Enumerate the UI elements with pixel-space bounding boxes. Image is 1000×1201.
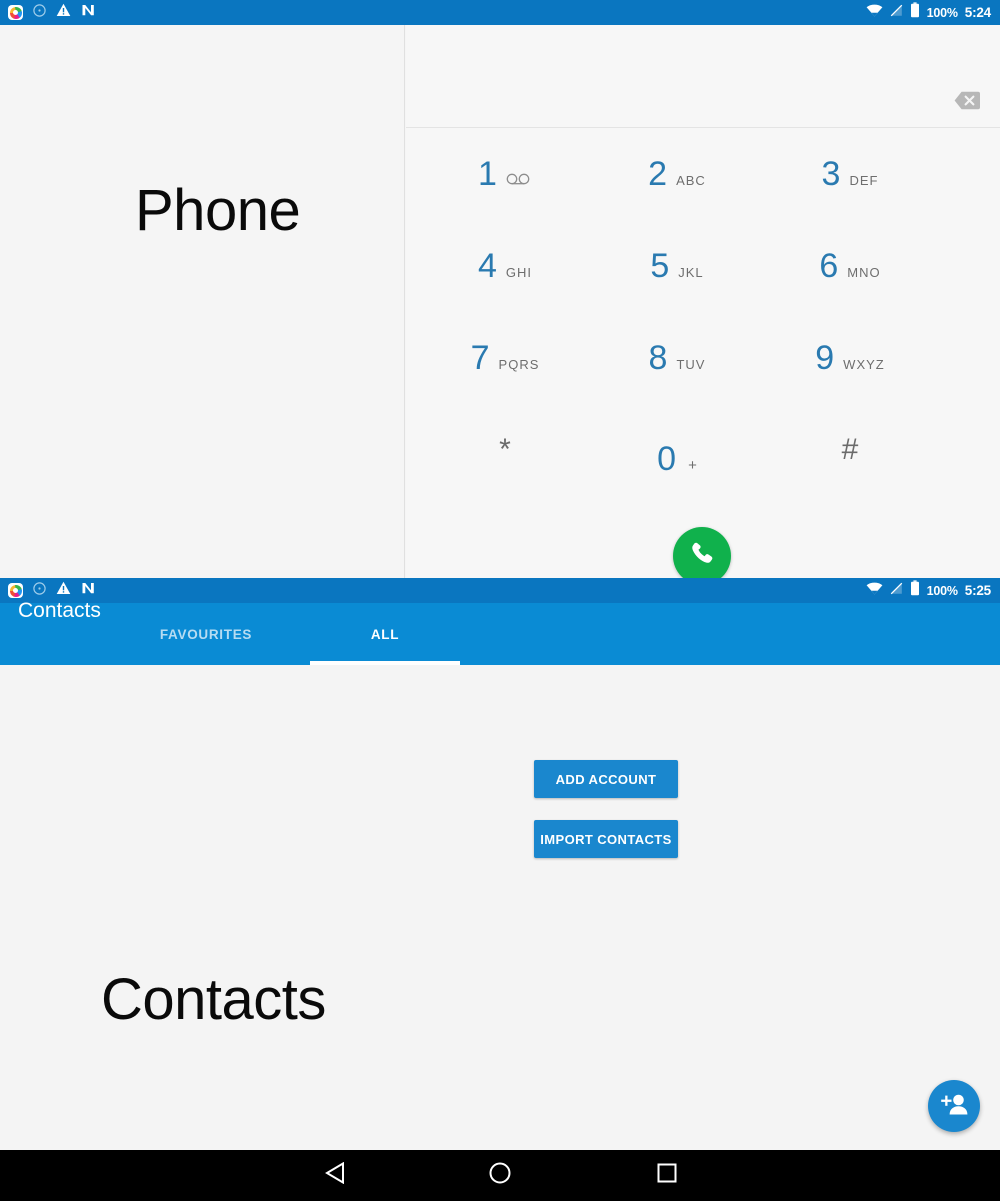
phone-app-screenshot: 100% 5:24 Phone 1 2 ABC 3 DEF 4 GHI 5 JK… bbox=[0, 0, 1000, 585]
dialpad-key-1-digit: 1 bbox=[478, 155, 497, 193]
dialpad-key-8-letters: TUV bbox=[676, 357, 706, 372]
page-title: Contacts bbox=[18, 599, 101, 622]
nfc-n-icon bbox=[81, 3, 96, 22]
dialpad-key-9[interactable]: 9 WXYZ bbox=[751, 312, 949, 404]
dialpad-key-4-letters: GHI bbox=[505, 265, 533, 280]
dialpad-key-star[interactable]: * bbox=[406, 404, 604, 496]
contacts-annotation-label: Contacts bbox=[101, 967, 326, 1032]
status-bar-left-icons bbox=[0, 3, 96, 22]
import-contacts-button[interactable]: IMPORT CONTACTS bbox=[534, 820, 678, 858]
android-tablet-screenshot-composite: 100% 5:24 Phone 1 2 ABC 3 DEF 4 GHI 5 JK… bbox=[0, 0, 1000, 1201]
dialpad-key-9-digit: 9 bbox=[815, 339, 835, 377]
dialpad-key-0-plus: + bbox=[688, 457, 697, 474]
add-person-icon bbox=[940, 1093, 968, 1120]
dialpad-key-7[interactable]: 7 PQRS bbox=[406, 312, 604, 404]
dialer-left-pane bbox=[0, 25, 405, 578]
voicemail-icon bbox=[506, 173, 532, 185]
status-bar-right-icons-2: 100% 5:25 bbox=[866, 580, 1000, 601]
battery-full-icon bbox=[910, 580, 920, 601]
warning-triangle-icon bbox=[56, 581, 71, 600]
tab-all-label: ALL bbox=[370, 626, 400, 642]
dialpad-key-6-letters: MNO bbox=[847, 265, 881, 280]
dialpad-key-3-letters: DEF bbox=[849, 173, 879, 188]
dialpad-key-6-digit: 6 bbox=[819, 247, 839, 285]
dialpad-key-hash-symbol: # bbox=[841, 433, 859, 466]
dialpad-key-2[interactable]: 2 ABC bbox=[578, 128, 776, 220]
warning-triangle-icon bbox=[56, 3, 71, 22]
dialpad-key-8[interactable]: 8 TUV bbox=[578, 312, 776, 404]
battery-percent-label-2: 100% bbox=[926, 583, 958, 598]
tab-all[interactable]: ALL bbox=[310, 603, 460, 665]
backspace-delete-icon[interactable] bbox=[953, 89, 981, 111]
dialpad-pane: 1 2 ABC 3 DEF 4 GHI 5 JKL 6 MNO 7 PQRS 8… bbox=[406, 25, 1000, 578]
wifi-icon bbox=[866, 4, 883, 22]
nav-back-button[interactable] bbox=[305, 1150, 365, 1201]
dialpad-key-0-digit: 0 bbox=[657, 440, 677, 478]
dialpad-key-4-digit: 4 bbox=[477, 247, 497, 285]
nfc-n-icon bbox=[81, 581, 96, 600]
status-bar-clock: 5:24 bbox=[964, 5, 991, 20]
dialpad-key-5-letters: JKL bbox=[678, 265, 704, 280]
back-triangle-icon bbox=[325, 1161, 345, 1189]
signal-off-icon bbox=[890, 582, 903, 600]
add-contact-fab[interactable] bbox=[928, 1080, 980, 1132]
dialpad-key-8-digit: 8 bbox=[648, 339, 668, 377]
status-bar-clock-2: 5:25 bbox=[964, 583, 991, 598]
contacts-app-screenshot: 100% 5:25 Contacts FAVOURITES ALL No con… bbox=[0, 578, 1000, 1150]
dialpad-key-2-digit: 2 bbox=[648, 155, 668, 193]
dialpad-keys: 1 2 ABC 3 DEF 4 GHI 5 JKL 6 MNO 7 PQRS 8… bbox=[406, 128, 1000, 523]
dialpad-key-5-digit: 5 bbox=[650, 247, 670, 285]
dialpad-key-3-digit: 3 bbox=[821, 155, 841, 193]
wifi-icon bbox=[866, 582, 883, 600]
tab-favourites[interactable]: FAVOURITES bbox=[130, 603, 282, 665]
phone-annotation-label: Phone bbox=[135, 178, 301, 243]
dialpad-key-2-letters: ABC bbox=[676, 173, 706, 188]
battery-percent-label: 100% bbox=[926, 5, 958, 20]
status-bar-top: 100% 5:24 bbox=[0, 0, 1000, 25]
status-bar-right-icons: 100% 5:24 bbox=[866, 2, 1000, 23]
dialpad-key-3[interactable]: 3 DEF bbox=[751, 128, 949, 220]
tab-favourites-label: FAVOURITES bbox=[159, 626, 253, 642]
dialpad-key-1[interactable]: 1 bbox=[406, 128, 604, 220]
clock-icon bbox=[33, 3, 46, 22]
signal-off-icon bbox=[890, 4, 903, 22]
dialer-content: Phone 1 2 ABC 3 DEF 4 GHI 5 JKL 6 MNO 7 … bbox=[0, 25, 1000, 585]
status-bar-left-icons-2 bbox=[0, 581, 96, 600]
dialpad-key-7-digit: 7 bbox=[470, 339, 490, 377]
dialed-number-row bbox=[406, 25, 1000, 128]
dialpad-key-7-letters: PQRS bbox=[498, 357, 540, 372]
dialpad-key-5[interactable]: 5 JKL bbox=[578, 220, 776, 312]
call-button[interactable] bbox=[673, 527, 731, 585]
phone-handset-icon bbox=[689, 540, 716, 572]
dialpad-key-4[interactable]: 4 GHI bbox=[406, 220, 604, 312]
dialpad-key-star-symbol: * bbox=[499, 433, 511, 466]
nav-home-button[interactable] bbox=[470, 1150, 530, 1201]
battery-full-icon bbox=[910, 2, 920, 23]
recents-square-icon bbox=[657, 1163, 677, 1188]
contacts-list-area bbox=[0, 665, 1000, 1150]
app-icon bbox=[8, 5, 23, 20]
app-icon bbox=[8, 583, 23, 598]
dialed-number-input[interactable] bbox=[436, 60, 916, 96]
home-circle-icon bbox=[489, 1162, 511, 1189]
dialpad-key-6[interactable]: 6 MNO bbox=[751, 220, 949, 312]
clock-icon bbox=[33, 581, 46, 600]
add-account-button[interactable]: ADD ACCOUNT bbox=[534, 760, 678, 798]
android-navigation-bar bbox=[0, 1150, 1000, 1201]
dialpad-key-hash[interactable]: # bbox=[751, 404, 949, 496]
dialpad-key-0[interactable]: 0 + bbox=[578, 413, 776, 505]
status-bar-bottom: 100% 5:25 bbox=[0, 578, 1000, 603]
dialpad-key-9-letters: WXYZ bbox=[843, 357, 885, 372]
nav-recents-button[interactable] bbox=[637, 1150, 697, 1201]
